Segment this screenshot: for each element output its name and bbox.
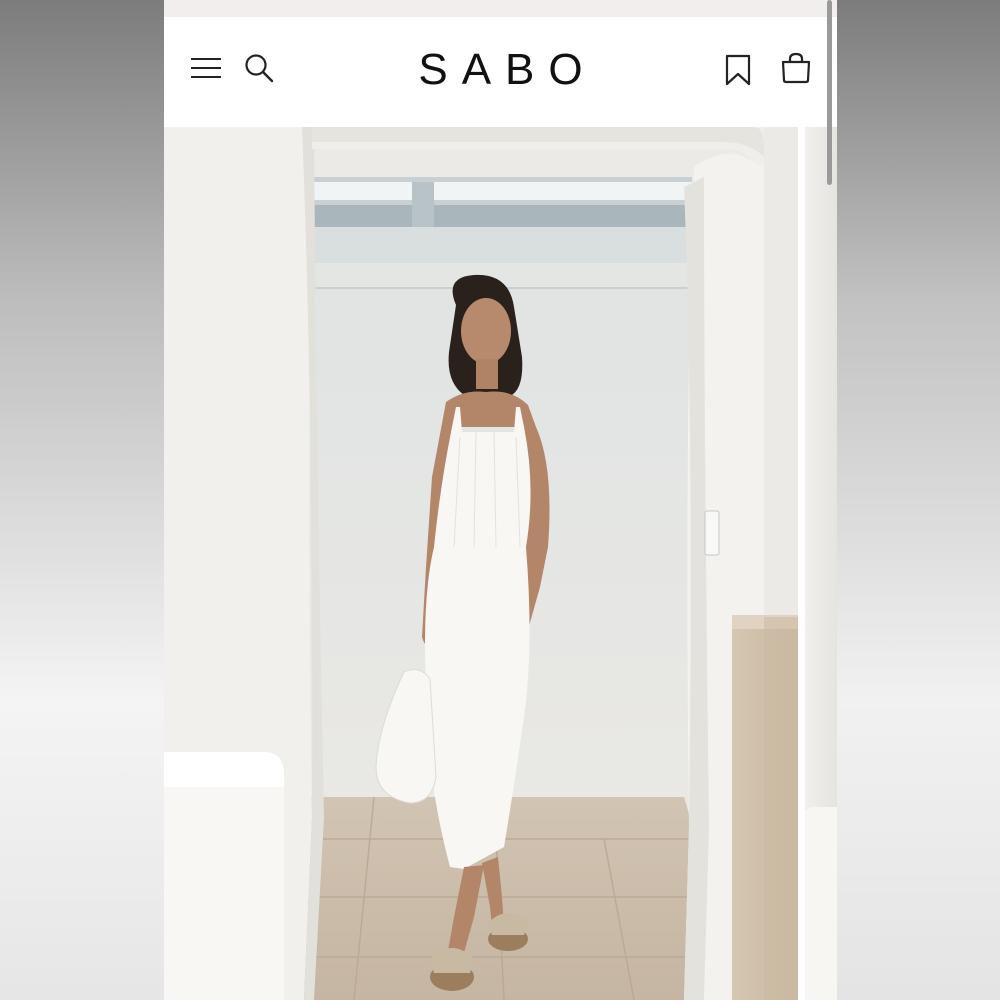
product-photo-illustration <box>164 127 798 1000</box>
product-image[interactable] <box>164 127 798 1000</box>
bookmark-icon[interactable] <box>725 54 751 86</box>
site-header: SABO <box>164 17 837 127</box>
shopping-bag-icon[interactable] <box>779 52 813 84</box>
phone-screen: SABO <box>164 0 837 1000</box>
background-blur-right <box>837 0 1000 1000</box>
status-bar <box>164 0 837 17</box>
next-image-bench <box>805 807 837 1000</box>
scrollbar[interactable] <box>827 0 832 185</box>
background-blur-left <box>0 0 164 1000</box>
next-product-image-peek[interactable] <box>805 127 837 1000</box>
